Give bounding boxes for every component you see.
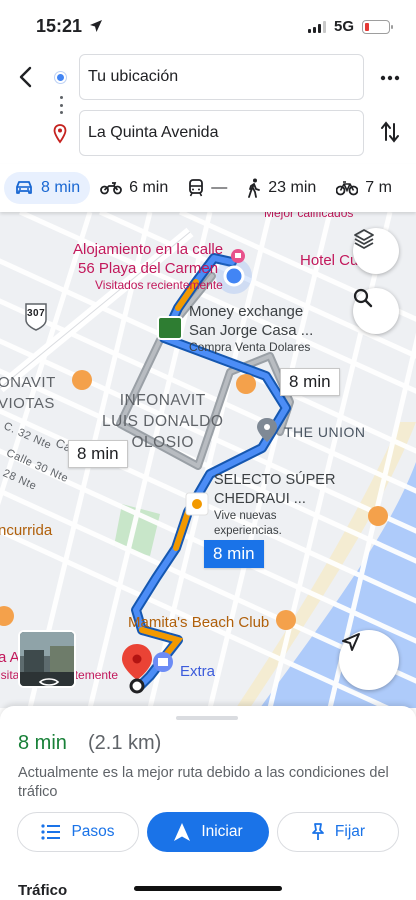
- layers-icon: [354, 229, 374, 249]
- travel-mode-bar: 8 min 6 min — 23 min 7 m: [0, 164, 416, 212]
- mode-car[interactable]: 8 min: [4, 172, 91, 204]
- route-dots-icon: [59, 96, 63, 114]
- steps-label: Pasos: [71, 823, 115, 840]
- swap-button[interactable]: [378, 118, 402, 146]
- street-view-image: [20, 632, 74, 686]
- signal-icon: [307, 20, 326, 33]
- mode-car-time: 8 min: [41, 179, 81, 196]
- destination-pin-icon: [53, 124, 67, 144]
- money-exchange-sub: Compra Venta Dolares: [189, 340, 311, 354]
- start-button[interactable]: Iniciar: [147, 812, 269, 852]
- location-arrow-icon: [90, 20, 103, 32]
- navigation-icon: [174, 823, 191, 841]
- recenter-button[interactable]: [339, 630, 399, 690]
- mode-bike[interactable]: 7 m: [326, 172, 402, 204]
- traffic-section-title: Tráfico: [18, 882, 68, 899]
- chedraui-sub: Vive nuevas experiencias.: [214, 510, 282, 537]
- extra-label[interactable]: Extra: [180, 663, 215, 680]
- mode-motorcycle[interactable]: 6 min: [90, 172, 178, 204]
- street-view-thumbnail[interactable]: [18, 630, 76, 688]
- origin-dot-icon: [55, 72, 66, 83]
- alt-route-time-right[interactable]: 8 min: [280, 368, 340, 396]
- steps-button[interactable]: Pasos: [17, 812, 139, 852]
- route-sheet: 8 min (2.1 km) Actualmente es la mejor r…: [0, 706, 416, 900]
- mode-transit[interactable]: —: [178, 172, 237, 204]
- mode-walk[interactable]: 23 min: [237, 172, 326, 204]
- chedraui-label[interactable]: SELECTO SÚPER CHEDRAUI ...: [214, 471, 335, 509]
- more-horizontal-icon: [380, 75, 400, 81]
- alojamiento-label[interactable]: Alojamiento en la calle 56 Playa del Car…: [73, 240, 223, 278]
- route-description: Actualmente es la mejor ruta debido a la…: [18, 765, 389, 800]
- status-time: 15:21: [36, 16, 103, 37]
- alt-route-time-left[interactable]: 8 min: [68, 440, 128, 468]
- route-eta: 8 min: [18, 732, 67, 754]
- mode-motorcycle-time: 6 min: [129, 179, 169, 196]
- mamitas-label[interactable]: Mamita's Beach Club: [128, 614, 269, 631]
- pin-label: Fijar: [334, 823, 366, 840]
- mode-walk-time: 23 min: [268, 179, 317, 196]
- battery-icon: [362, 19, 393, 34]
- car-icon: [16, 181, 32, 194]
- origin-input[interactable]: Tu ubicación: [79, 54, 364, 100]
- sheet-handle[interactable]: [176, 716, 238, 720]
- route-307-label: 307: [27, 308, 46, 319]
- directions-header: Tu ubicación La Quinta Avenida: [0, 52, 416, 164]
- network-label: 5G: [333, 18, 354, 35]
- start-label: Iniciar: [201, 823, 243, 840]
- money-exchange-label[interactable]: Money exchange San Jorge Casa ...: [189, 302, 313, 340]
- concurrida-label: ncurrida: [0, 522, 53, 539]
- list-icon: [41, 824, 61, 840]
- primary-route-time[interactable]: 8 min: [204, 540, 264, 568]
- the-union-label[interactable]: THE UNION: [284, 424, 366, 440]
- walk-icon: [248, 178, 261, 198]
- more-options-button[interactable]: [378, 66, 402, 90]
- visitados-label: Visitados recientemente: [95, 278, 223, 292]
- bike-icon: [336, 181, 359, 196]
- status-indicators: 5G: [307, 18, 393, 35]
- mejor-calificados-label: Mejor calificados: [264, 212, 354, 220]
- infonavit-viotas-label: ONAVIT VIOTAS: [0, 374, 56, 412]
- search-icon: [353, 288, 373, 308]
- pin-button[interactable]: Fijar: [277, 812, 399, 852]
- swap-vertical-icon: [381, 121, 399, 143]
- home-indicator[interactable]: [134, 886, 282, 891]
- navigation-arrow-icon: [342, 633, 360, 651]
- transit-icon: [189, 179, 204, 197]
- clock: 15:21: [36, 16, 83, 36]
- mode-bike-time: 7 m: [365, 179, 392, 196]
- motorcycle-icon: [100, 182, 123, 195]
- layers-button[interactable]: [353, 228, 399, 274]
- destination-input[interactable]: La Quinta Avenida: [79, 110, 364, 156]
- pushpin-icon: [312, 823, 324, 840]
- status-bar: 15:21 5G: [0, 0, 416, 52]
- back-arrow-icon: [19, 66, 32, 88]
- my-location-dot: [223, 265, 245, 287]
- map-view[interactable]: 307 Mejor calificados Alojamiento en la …: [0, 212, 416, 708]
- route-distance: (2.1 km): [88, 732, 162, 754]
- search-button[interactable]: [353, 288, 399, 334]
- back-button[interactable]: [10, 62, 40, 92]
- hotel-label[interactable]: Hotel Cu: [300, 252, 358, 269]
- mode-transit-time: —: [211, 179, 228, 196]
